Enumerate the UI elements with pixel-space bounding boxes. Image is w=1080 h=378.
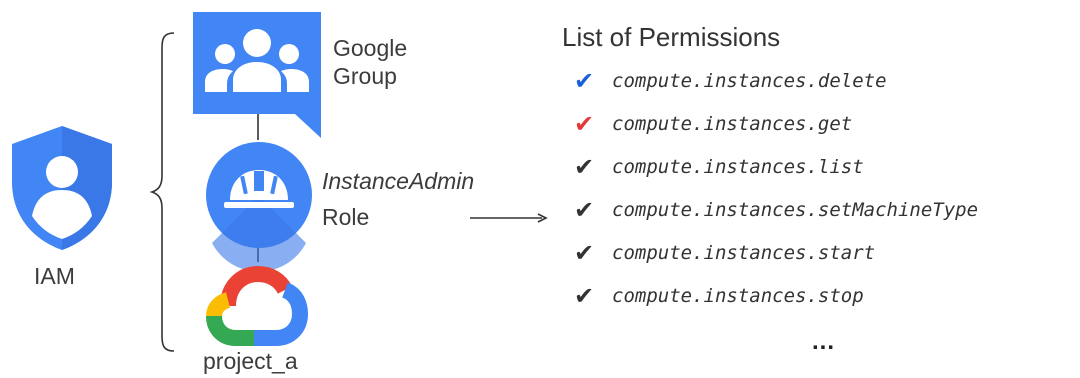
role-suffix: Role — [322, 204, 370, 230]
google-group-label: Google Group — [333, 34, 407, 90]
google-group-label-line1: Google — [333, 35, 408, 61]
permission-item: ✔ compute.instances.get — [574, 109, 852, 139]
permission-item: ✔ compute.instances.delete — [574, 66, 887, 96]
permissions-title: List of Permissions — [562, 22, 781, 52]
permission-name: compute.instances.list — [612, 156, 864, 178]
project-label: project_a — [203, 348, 298, 374]
permission-name: compute.instances.get — [612, 113, 853, 135]
permissions-more: ... — [812, 328, 836, 355]
permission-item: ✔ compute.instances.start — [574, 238, 875, 268]
checkmark-icon: ✔ — [574, 110, 595, 138]
permission-item: ✔ compute.instances.list — [574, 152, 864, 182]
permission-item: ✔ compute.instances.setMachineType — [574, 195, 978, 225]
google-group-label-line2: Group — [333, 63, 397, 89]
grouping-brace — [149, 32, 175, 352]
iam-label: IAM — [34, 263, 75, 289]
checkmark-icon: ✔ — [574, 67, 595, 95]
arrow-right-icon — [470, 213, 548, 223]
permission-name: compute.instances.start — [612, 242, 876, 264]
checkmark-icon: ✔ — [574, 153, 595, 181]
permission-name: compute.instances.stop — [612, 285, 864, 307]
iam-shield-icon — [12, 126, 112, 250]
permission-name: compute.instances.setMachineType — [612, 199, 979, 221]
checkmark-icon: ✔ — [574, 239, 595, 267]
instance-admin-hardhat-icon — [206, 142, 312, 272]
role-name: InstanceAdmin — [322, 168, 475, 194]
role-label: InstanceAdmin Role — [322, 167, 474, 231]
checkmark-icon: ✔ — [574, 196, 595, 224]
checkmark-icon: ✔ — [574, 282, 595, 310]
permission-name: compute.instances.delete — [612, 70, 887, 92]
permission-item: ✔ compute.instances.stop — [574, 281, 864, 311]
google-group-icon — [193, 12, 321, 138]
google-cloud-icon — [206, 265, 309, 346]
